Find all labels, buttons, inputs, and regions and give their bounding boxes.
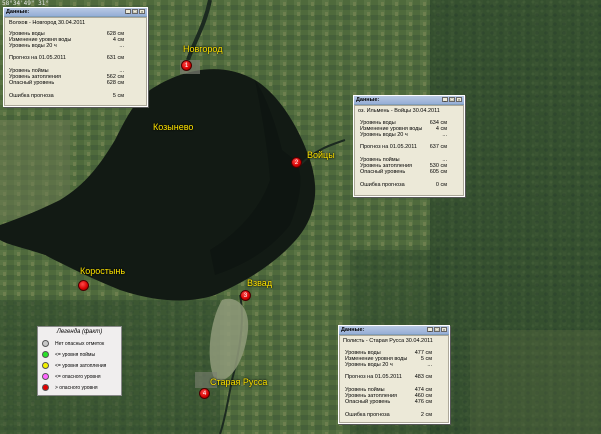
label-staraya-russa: Старая Русса bbox=[210, 377, 268, 387]
row-value: 5 см bbox=[112, 93, 124, 99]
marker-number: 4 bbox=[202, 391, 207, 397]
row-value: 483 см bbox=[414, 374, 432, 380]
marker-number: 3 bbox=[243, 293, 248, 299]
row-label: Опасный уровень bbox=[9, 80, 55, 86]
row-label: Опасный уровень bbox=[360, 169, 406, 175]
popup-titlebar[interactable]: Данные: _ □ × bbox=[339, 326, 449, 335]
row-label: Уровень воды 20 ч bbox=[9, 43, 57, 49]
station-marker-voishchi[interactable]: 2 bbox=[291, 157, 302, 168]
row-label: Ошибка прогноза bbox=[345, 412, 390, 418]
row-value: 631 см bbox=[106, 55, 124, 61]
minimize-button[interactable]: _ bbox=[442, 97, 448, 102]
marker-number: 1 bbox=[184, 63, 189, 69]
data-popup-novgorod[interactable]: Данные: _ □ × Волхов - Новгород 30.04.20… bbox=[3, 7, 148, 107]
minimize-button[interactable]: _ bbox=[427, 327, 433, 332]
row-label: Прогноз на 01.05.2011 bbox=[360, 144, 417, 150]
popup-title: Данные: bbox=[6, 9, 30, 15]
legend-item-label: Нет опасных отметок bbox=[55, 341, 105, 347]
row-label: Уровень воды 20 ч bbox=[345, 362, 393, 368]
row-value: ... bbox=[427, 362, 432, 368]
station-header: оз. Ильмень - Войцы 30.04.2011 bbox=[358, 108, 440, 114]
popup-title: Данные: bbox=[341, 327, 365, 333]
popup-body: оз. Ильмень - Войцы 30.04.2011 Уровень в… bbox=[354, 105, 464, 196]
data-popup-staraya-russa[interactable]: Данные: _ □ × Полисть - Старая Русса 30.… bbox=[338, 325, 450, 424]
row-label: Ошибка прогноза bbox=[360, 182, 405, 188]
close-button[interactable]: × bbox=[456, 97, 462, 102]
station-header: Полисть - Старая Русса 30.04.2011 bbox=[343, 338, 433, 344]
legend-panel: Легенда (факт) Нет опасных отметок <= ур… bbox=[37, 326, 122, 396]
data-popup-voishchi[interactable]: Данные: _ □ × оз. Ильмень - Войцы 30.04.… bbox=[353, 95, 465, 197]
row-value: 476 см bbox=[414, 399, 432, 405]
minimize-button[interactable]: _ bbox=[125, 9, 131, 14]
row-value: 637 см bbox=[429, 144, 447, 150]
legend-item-label: <= уровня затопления bbox=[55, 363, 107, 369]
row-value: 0 см bbox=[435, 182, 447, 188]
popup-body: Волхов - Новгород 30.04.2011 Уровень вод… bbox=[4, 17, 147, 106]
legend-item-label: <= уровня поймы bbox=[55, 352, 96, 358]
legend-dot-icon bbox=[42, 362, 49, 369]
row-value: 605 см bbox=[429, 169, 447, 175]
popup-title: Данные: bbox=[356, 97, 380, 103]
legend-title: Легенда (факт) bbox=[56, 329, 103, 335]
label-vzvad: Взвад bbox=[247, 278, 273, 288]
maximize-button[interactable]: □ bbox=[132, 9, 138, 14]
legend-item-label: <= опасного уровня bbox=[55, 374, 101, 380]
label-korostyn: Коростынь bbox=[80, 266, 126, 276]
row-value: 628 см bbox=[106, 80, 124, 86]
close-button[interactable]: × bbox=[139, 9, 145, 14]
label-kozynevo: Козынево bbox=[153, 122, 194, 132]
popup-titlebar[interactable]: Данные: _ □ × bbox=[4, 8, 147, 17]
label-voishchi: Войцы bbox=[307, 150, 335, 160]
row-value: ... bbox=[119, 43, 124, 49]
legend-item-label: > опасного уровня bbox=[55, 385, 98, 391]
label-novgorod: Новгород bbox=[183, 44, 223, 54]
marker-number: 2 bbox=[294, 160, 299, 166]
station-marker-novgorod[interactable]: 1 bbox=[181, 60, 192, 71]
row-label: Опасный уровень bbox=[345, 399, 391, 405]
legend-dot-icon bbox=[42, 351, 49, 358]
coordinate-readout: 58°34'49" 31° bbox=[2, 0, 49, 7]
maximize-button[interactable]: □ bbox=[449, 97, 455, 102]
row-value: 2 см bbox=[420, 412, 432, 418]
popup-body: Полисть - Старая Русса 30.04.2011 Уровен… bbox=[339, 335, 449, 423]
legend-dot-icon bbox=[42, 384, 49, 391]
row-value: ... bbox=[442, 132, 447, 138]
station-marker-vzvad[interactable]: 3 bbox=[240, 290, 251, 301]
maximize-button[interactable]: □ bbox=[434, 327, 440, 332]
popup-titlebar[interactable]: Данные: _ □ × bbox=[354, 96, 464, 105]
row-label: Ошибка прогноза bbox=[9, 93, 54, 99]
close-button[interactable]: × bbox=[441, 327, 447, 332]
station-header: Волхов - Новгород 30.04.2011 bbox=[9, 20, 86, 26]
legend-dot-icon bbox=[42, 373, 49, 380]
row-label: Прогноз на 01.05.2011 bbox=[345, 374, 402, 380]
station-marker-staraya-russa[interactable]: 4 bbox=[199, 388, 210, 399]
station-marker-korostyn[interactable] bbox=[78, 280, 89, 291]
row-label: Уровень воды 20 ч bbox=[360, 132, 408, 138]
legend-dot-icon bbox=[42, 340, 49, 347]
row-label: Прогноз на 01.05.2011 bbox=[9, 55, 66, 61]
